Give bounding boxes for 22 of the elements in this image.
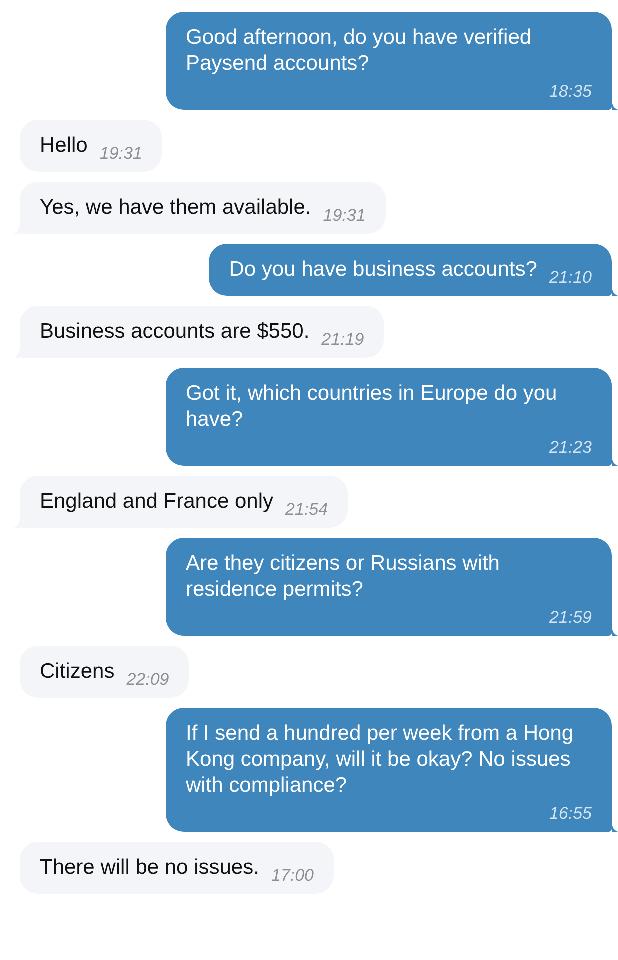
message-time: 22:09 bbox=[126, 671, 170, 689]
message-text: Business accounts are $550. bbox=[40, 319, 310, 345]
message-time: 21:19 bbox=[322, 331, 364, 349]
message-time: 19:31 bbox=[323, 207, 366, 225]
message-time: 21:23 bbox=[549, 439, 592, 457]
message-text: Yes, we have them available. bbox=[40, 195, 312, 221]
message-text: Good afternoon, do you have verified Paysend accounts? bbox=[186, 25, 533, 77]
message-time: 21:10 bbox=[549, 269, 592, 287]
message-time: 16:55 bbox=[549, 805, 592, 823]
message-time: 18:35 bbox=[549, 83, 592, 101]
message-text: Got it, which countries in Europe do you have? bbox=[186, 381, 558, 433]
message-text: Are they citizens or Russians with residence permits? bbox=[186, 551, 501, 603]
message-text: Hello bbox=[40, 133, 88, 159]
message-time: 21:54 bbox=[286, 501, 328, 519]
message-text: Do you have business accounts? bbox=[229, 257, 538, 283]
message-time: 21:59 bbox=[549, 609, 592, 627]
message-text: England and France only bbox=[40, 489, 274, 515]
message-time: 19:31 bbox=[100, 145, 142, 163]
message-text: If I send a hundred per week from a Hong Kong company, will it be okay? No issues with compliance? bbox=[186, 721, 575, 799]
message-time: 17:00 bbox=[271, 867, 314, 885]
message-text: There will be no issues. bbox=[40, 855, 260, 881]
message-text: Citizens bbox=[40, 659, 115, 685]
